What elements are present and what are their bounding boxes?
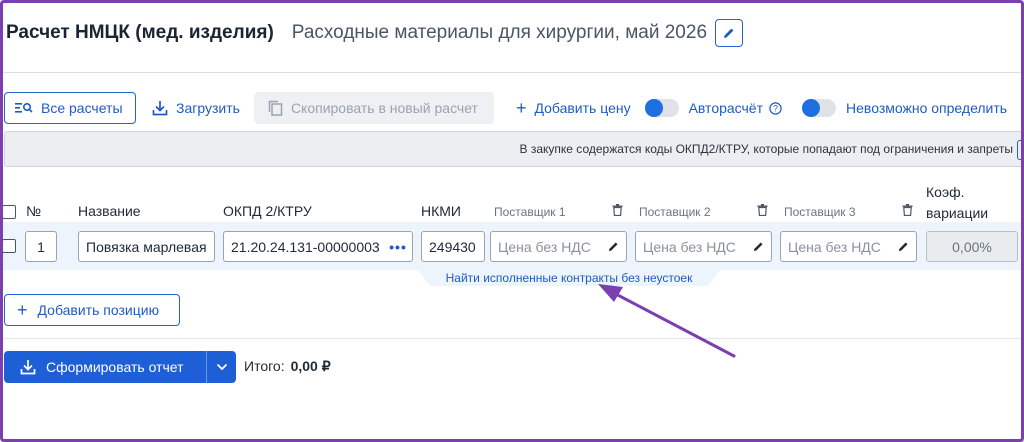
row-nkmi-field[interactable]: 249430	[421, 231, 485, 262]
total-value: 0,00 ₽	[290, 358, 331, 374]
okpd-more-button[interactable]: •••	[384, 231, 413, 262]
restrictions-warning-text: В закупке содержатся коды ОКПД2/КТРУ, ко…	[519, 142, 1013, 156]
header-divider	[3, 72, 1021, 73]
more-dots-icon: •••	[389, 238, 407, 255]
pencil-icon	[724, 28, 734, 38]
download-icon	[20, 359, 36, 375]
toolbar: Все расчеты Загрузить Скопировать в новы…	[4, 92, 1007, 124]
col-header-supplier2: Поставщик 2	[639, 205, 711, 219]
plus-icon: +	[515, 97, 527, 118]
col-header-supplier3: Поставщик 3	[784, 205, 856, 219]
copy-icon	[268, 100, 283, 116]
col-header-nkmi: НКМИ	[421, 203, 461, 219]
generate-report-main[interactable]: Сформировать отчет	[4, 359, 206, 375]
add-price-label: Добавить цену	[534, 100, 631, 116]
report-options-dropdown[interactable]	[206, 351, 236, 383]
cannot-determine-toggle-group: Невозможно определить	[802, 92, 1007, 124]
col-header-coef: Коэф. вариации	[926, 182, 988, 224]
add-position-button[interactable]: + Добавить позицию	[4, 294, 180, 326]
list-search-icon	[15, 101, 33, 115]
delete-supplier1-trash-icon[interactable]	[612, 204, 623, 216]
row-name-field[interactable]: Повязка марлевая	[78, 231, 215, 262]
restrictions-warning-bar: В закупке содержатся коды ОКПД2/КТРУ, ко…	[4, 131, 1024, 167]
pencil-icon	[753, 241, 764, 252]
col-header-supplier1: Поставщик 1	[494, 205, 566, 219]
edit-title-button[interactable]	[715, 19, 744, 47]
total-label: Итого:	[244, 358, 285, 374]
footer-divider	[3, 338, 1021, 339]
autocalc-label: Авторасчёт	[688, 100, 764, 116]
all-calcs-button[interactable]: Все расчеты	[4, 92, 136, 124]
pencil-icon	[608, 241, 619, 252]
total: Итого: 0,00 ₽	[244, 358, 331, 375]
upload-label: Загрузить	[176, 100, 240, 116]
generate-report-button[interactable]: Сформировать отчет	[4, 351, 236, 383]
add-price-button[interactable]: + Добавить цену	[516, 92, 631, 124]
cannot-determine-toggle[interactable]	[802, 99, 837, 117]
coef-variation-field: 0,00%	[926, 231, 1018, 262]
row-num-field[interactable]: 1	[25, 231, 57, 262]
col-header-coef-line1: Коэф.	[926, 184, 965, 200]
add-position-label: Добавить позицию	[37, 302, 160, 318]
page-header: Расчет НМЦК (мед. изделия) Расходные мат…	[6, 18, 744, 48]
autocalc-toggle-group: Авторасчёт ?	[644, 92, 782, 124]
supplier1-price-placeholder: Цена без НДС	[498, 238, 591, 255]
row-checkbox[interactable]	[2, 239, 16, 253]
page-title: Расчет НМЦК (мед. изделия)	[6, 22, 274, 43]
row-okpd-field[interactable]: 21.20.24.131-00000003	[223, 231, 385, 262]
col-header-coef-line2: вариации	[926, 205, 989, 221]
plus-icon: +	[17, 300, 28, 320]
warning-action-button[interactable]	[1017, 140, 1024, 160]
copy-label: Скопировать в новый расчет	[290, 100, 478, 116]
chevron-down-icon	[216, 363, 227, 371]
supplier3-price-placeholder: Цена без НДС	[788, 238, 881, 255]
download-icon	[152, 100, 168, 116]
supplier3-price-input[interactable]: Цена без НДС	[780, 231, 917, 262]
cannot-determine-label: Невозможно определить	[846, 100, 1008, 116]
svg-text:?: ?	[773, 103, 778, 113]
supplier1-price-input[interactable]: Цена без НДС	[490, 231, 627, 262]
upload-button[interactable]: Загрузить	[152, 92, 240, 124]
col-header-num: №	[26, 203, 42, 219]
autocalc-toggle[interactable]	[644, 99, 679, 117]
col-header-name: Название	[78, 203, 141, 219]
copy-to-new-button[interactable]: Скопировать в новый расчет	[253, 92, 494, 124]
supplier2-price-input[interactable]: Цена без НДС	[635, 231, 772, 262]
help-icon[interactable]: ?	[769, 101, 782, 115]
find-contracts-link[interactable]: Найти исполненные контракты без неустоек	[418, 270, 720, 286]
col-header-okpd: ОКПД 2/КТРУ	[223, 203, 312, 219]
calc-subtitle: Расходные материалы для хирургии, май 20…	[291, 22, 708, 43]
all-calcs-label: Все расчеты	[41, 100, 123, 116]
select-all-checkbox[interactable]	[2, 205, 16, 219]
delete-supplier3-trash-icon[interactable]	[902, 204, 913, 216]
delete-supplier2-trash-icon[interactable]	[757, 204, 768, 216]
supplier2-price-placeholder: Цена без НДС	[643, 238, 736, 255]
generate-report-label: Сформировать отчет	[46, 359, 184, 375]
pencil-icon	[898, 241, 909, 252]
